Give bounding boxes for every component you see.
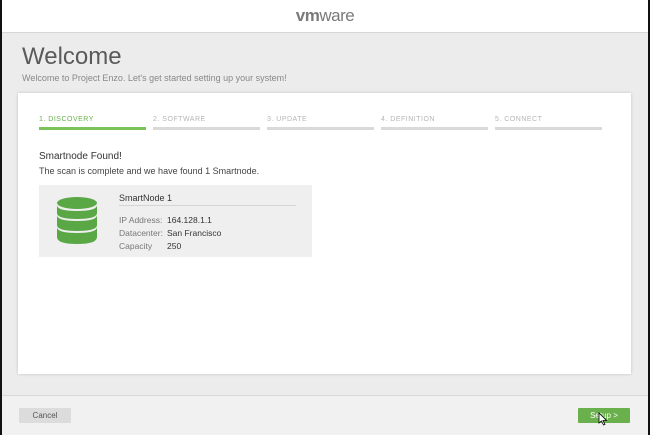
property-row: Datacenter: San Francisco	[119, 227, 221, 240]
step-definition[interactable]: 4. DEFINITION	[381, 116, 488, 130]
step-progress-bar	[381, 127, 488, 130]
property-value: 164.128.1.1	[167, 215, 212, 225]
step-progress-bar	[39, 127, 146, 130]
divider	[119, 205, 296, 206]
step-software[interactable]: 2. SOFTWARE	[153, 116, 260, 130]
footer-bar: Cancel Setup >	[2, 395, 648, 435]
step-connect[interactable]: 5. CONNECT	[495, 116, 602, 130]
cancel-button[interactable]: Cancel	[19, 408, 71, 423]
wizard-steps: 1. DISCOVERY 2. SOFTWARE 3. UPDATE 4. DE…	[39, 116, 605, 130]
vmware-logo: vmware	[295, 6, 355, 25]
step-progress-bar	[153, 127, 260, 130]
step-label: 1. DISCOVERY	[39, 116, 94, 123]
page-title: Welcome	[22, 43, 122, 70]
step-update[interactable]: 3. UPDATE	[267, 116, 374, 130]
step-label: 4. DEFINITION	[381, 116, 435, 123]
discovery-description: The scan is complete and we have found 1…	[39, 166, 260, 176]
step-progress-bar	[267, 127, 374, 130]
step-discovery[interactable]: 1. DISCOVERY	[39, 116, 146, 130]
page-subtitle: Welcome to Project Enzo. Let's get start…	[22, 73, 287, 83]
step-label: 3. UPDATE	[267, 116, 308, 123]
property-key: IP Address:	[119, 215, 163, 225]
step-progress-bar	[495, 127, 602, 130]
header-bar: vmware	[2, 0, 648, 33]
property-value: 250	[167, 241, 182, 251]
wizard-card: 1. DISCOVERY 2. SOFTWARE 3. UPDATE 4. DE…	[18, 93, 631, 374]
property-key: Capacity	[119, 241, 153, 251]
smartnode-name: SmartNode 1	[119, 193, 173, 203]
smartnode-properties: IP Address: 164.128.1.1 Datacenter: San …	[119, 214, 221, 253]
smartnode-card[interactable]: SmartNode 1 IP Address: 164.128.1.1 Data…	[39, 185, 312, 257]
discovery-title: Smartnode Found!	[39, 151, 122, 162]
property-key: Datacenter:	[119, 228, 163, 238]
property-row: Capacity 250	[119, 240, 221, 253]
property-row: IP Address: 164.128.1.1	[119, 214, 221, 227]
database-icon	[57, 197, 97, 244]
mouse-cursor-icon	[598, 412, 608, 426]
property-value: San Francisco	[167, 228, 222, 238]
step-label: 2. SOFTWARE	[153, 116, 206, 123]
step-label: 5. CONNECT	[495, 116, 543, 123]
